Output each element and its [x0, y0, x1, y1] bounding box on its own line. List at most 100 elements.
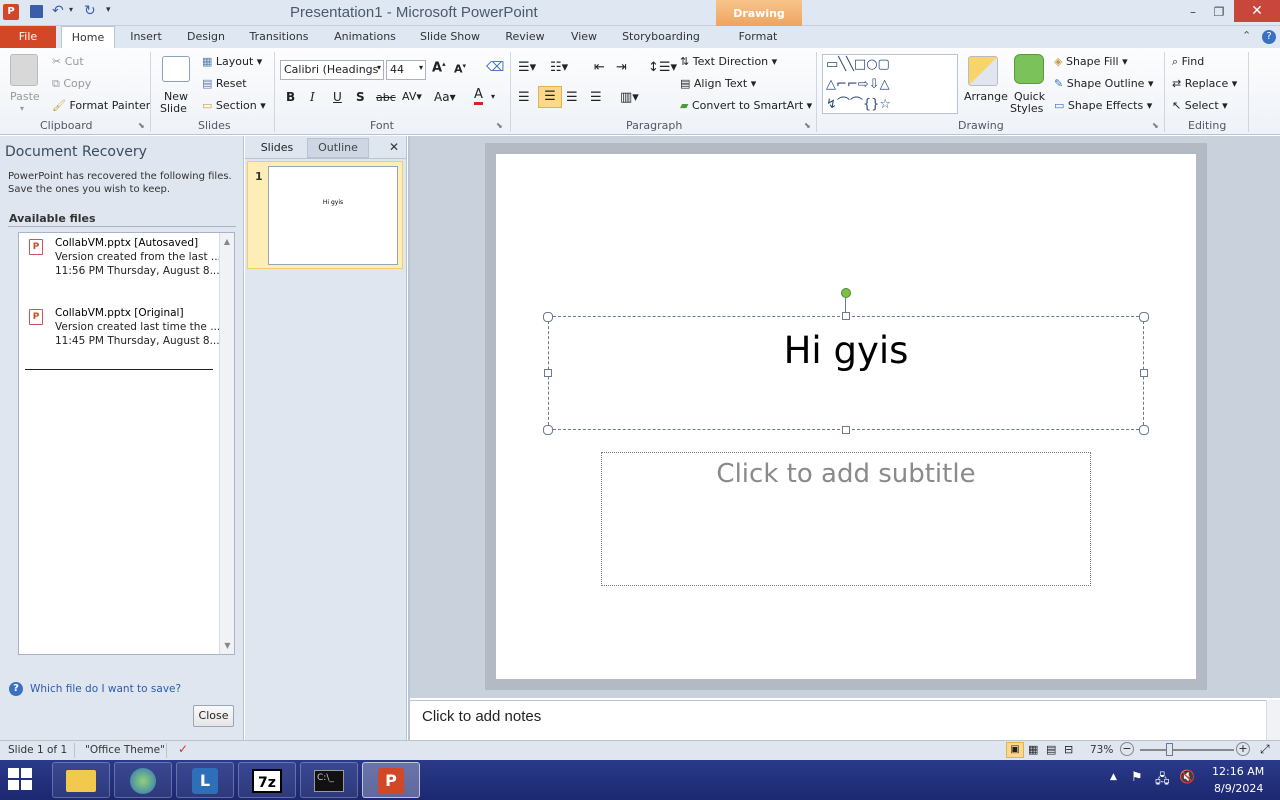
zoom-level[interactable]: 73% [1090, 744, 1113, 756]
restore-button[interactable]: ❐ [1206, 2, 1232, 22]
numbering-button[interactable]: ☷▾ [550, 60, 568, 75]
resize-handle[interactable] [543, 425, 553, 435]
redo-icon[interactable]: ↻ [84, 3, 96, 19]
reading-view-icon[interactable]: ▤ [1046, 743, 1056, 756]
font-dialog-launcher-icon[interactable]: ⬊ [496, 121, 503, 130]
shapes-gallery[interactable]: ▭╲╲□○▢ △⌐⌐⇨⇩△ ↯⌒⌒{}☆ [822, 54, 958, 114]
minimize-button[interactable]: – [1180, 2, 1206, 22]
undo-icon[interactable]: ↶ [52, 3, 64, 19]
align-left-button[interactable]: ☰ [518, 90, 530, 105]
fit-slide-icon[interactable]: ⤢ [1260, 742, 1270, 757]
reset-button[interactable]: ▤ Reset [202, 77, 247, 90]
format-painter-button[interactable]: 🖌 Format Painter [52, 99, 150, 112]
7zip-taskbar-button[interactable]: 7z [238, 762, 296, 798]
resize-handle[interactable] [1140, 369, 1148, 377]
close-window-button[interactable]: ✕ [1234, 0, 1280, 22]
decrease-indent-button[interactable]: ⇤ [594, 60, 605, 75]
tab-review[interactable]: Review [500, 26, 550, 48]
tab-transitions[interactable]: Transitions [245, 26, 313, 48]
new-slide-icon[interactable] [162, 56, 190, 82]
resize-handle[interactable] [1139, 425, 1149, 435]
customize-toolbar-icon[interactable]: ▾ [106, 5, 111, 15]
underline-button[interactable]: U [333, 90, 342, 104]
browser-taskbar-button[interactable] [114, 762, 172, 798]
help-icon[interactable]: ? [1262, 30, 1276, 44]
tab-home[interactable]: Home [61, 26, 115, 48]
undo-dropdown-icon[interactable]: ▾ [69, 5, 73, 14]
change-case-button[interactable]: Aa▾ [434, 90, 456, 104]
shape-outline-button[interactable]: ✎ Shape Outline ▾ [1054, 77, 1154, 90]
scroll-down-icon[interactable]: ▼ [220, 641, 235, 650]
tab-animations[interactable]: Animations [330, 26, 400, 48]
minimize-ribbon-icon[interactable]: ⌃ [1242, 29, 1251, 42]
shrink-font-button[interactable]: A▾ [454, 62, 466, 76]
bold-button[interactable]: B [286, 90, 295, 104]
clipboard-dialog-launcher-icon[interactable]: ⬊ [138, 121, 145, 130]
clear-formatting-button[interactable]: ⌫ [486, 60, 504, 75]
quick-styles-icon[interactable] [1014, 54, 1044, 84]
title-placeholder[interactable]: Hi gyis [548, 316, 1144, 430]
cmd-taskbar-button[interactable]: C:\_ [300, 762, 358, 798]
shape-fill-button[interactable]: ◈ Shape Fill ▾ [1054, 55, 1128, 68]
recovered-file-item[interactable]: P CollabVM.pptx [Autosaved] Version crea… [27, 237, 227, 277]
rotation-handle[interactable] [841, 288, 851, 298]
replace-button[interactable]: ⇄ Replace ▾ [1172, 77, 1237, 90]
close-pane-icon[interactable]: ✕ [389, 140, 399, 154]
align-text-button[interactable]: ▤ Align Text ▾ [680, 77, 756, 90]
paste-icon[interactable] [10, 54, 38, 86]
arrange-button[interactable]: Arrange [964, 90, 1008, 103]
character-spacing-button[interactable]: AV▾ [402, 90, 422, 103]
quick-styles-label-2[interactable]: Styles [1010, 102, 1043, 115]
action-center-icon[interactable]: ⚑ [1131, 770, 1143, 785]
subtitle-placeholder[interactable]: Click to add subtitle [601, 452, 1091, 586]
zoom-out-icon[interactable]: − [1120, 742, 1134, 756]
scroll-up-icon[interactable]: ▲ [220, 237, 234, 246]
drawing-dialog-launcher-icon[interactable]: ⬊ [1152, 121, 1159, 130]
file-explorer-taskbar-button[interactable] [52, 762, 110, 798]
resize-handle[interactable] [543, 312, 553, 322]
cut-button[interactable]: ✂ Cut [52, 55, 84, 68]
editor-splitter[interactable] [408, 136, 410, 740]
zoom-in-icon[interactable]: + [1236, 742, 1250, 756]
slide-show-view-icon[interactable]: ⊟ [1064, 743, 1073, 756]
tab-file[interactable]: File [0, 26, 56, 48]
help-question-icon[interactable]: ? [9, 682, 23, 696]
notes-pane[interactable]: Click to add notes [410, 700, 1266, 740]
powerpoint-taskbar-button[interactable]: P [362, 762, 420, 798]
font-color-button[interactable]: A [474, 88, 483, 105]
recovered-file-item[interactable]: P CollabVM.pptx [Original] Version creat… [27, 307, 227, 347]
show-hidden-icons[interactable]: ▲ [1110, 772, 1117, 782]
text-direction-button[interactable]: ⇅ Text Direction ▾ [680, 55, 777, 68]
columns-button[interactable]: ▥▾ [620, 90, 639, 105]
tab-view[interactable]: View [564, 26, 604, 48]
clock-date[interactable]: 8/9/2024 [1214, 782, 1263, 795]
recovery-close-button[interactable]: Close [193, 705, 234, 727]
resize-handle[interactable] [842, 426, 850, 434]
increase-indent-button[interactable]: ⇥ [616, 60, 627, 75]
slide-title-text[interactable]: Hi gyis [549, 329, 1143, 372]
convert-smartart-button[interactable]: ▰ Convert to SmartArt ▾ [680, 99, 812, 112]
normal-view-icon[interactable]: ▣ [1006, 742, 1024, 758]
section-button[interactable]: ▭ Section ▾ [202, 99, 266, 112]
line-spacing-button[interactable]: ↕☰▾ [648, 60, 677, 75]
network-icon[interactable]: 🖧 [1155, 770, 1170, 792]
tab-storyboarding[interactable]: Storyboarding [618, 26, 704, 48]
grow-font-button[interactable]: A▴ [432, 60, 446, 75]
shadow-button[interactable]: S [356, 90, 365, 104]
justify-button[interactable]: ☰ [590, 90, 602, 105]
zoom-slider-track[interactable] [1140, 749, 1234, 751]
spell-check-icon[interactable]: ✓ [178, 742, 188, 756]
zoom-slider-thumb[interactable] [1166, 743, 1173, 756]
tab-design[interactable]: Design [182, 26, 230, 48]
tab-slide-show[interactable]: Slide Show [416, 26, 484, 48]
list-scrollbar[interactable]: ▲ ▼ [219, 233, 234, 654]
select-button[interactable]: ↖ Select ▾ [1172, 99, 1228, 112]
volume-muted-icon[interactable]: 🔇 [1179, 770, 1195, 785]
find-button[interactable]: ⌕ Find [1172, 55, 1204, 69]
tab-format[interactable]: Format [720, 26, 796, 48]
paste-button[interactable]: Paste [10, 90, 40, 103]
center-button[interactable]: ☰ [538, 86, 562, 108]
notes-scrollbar[interactable] [1266, 700, 1280, 740]
app-l-taskbar-button[interactable]: L [176, 762, 234, 798]
bullets-button[interactable]: ☰▾ [518, 60, 536, 75]
